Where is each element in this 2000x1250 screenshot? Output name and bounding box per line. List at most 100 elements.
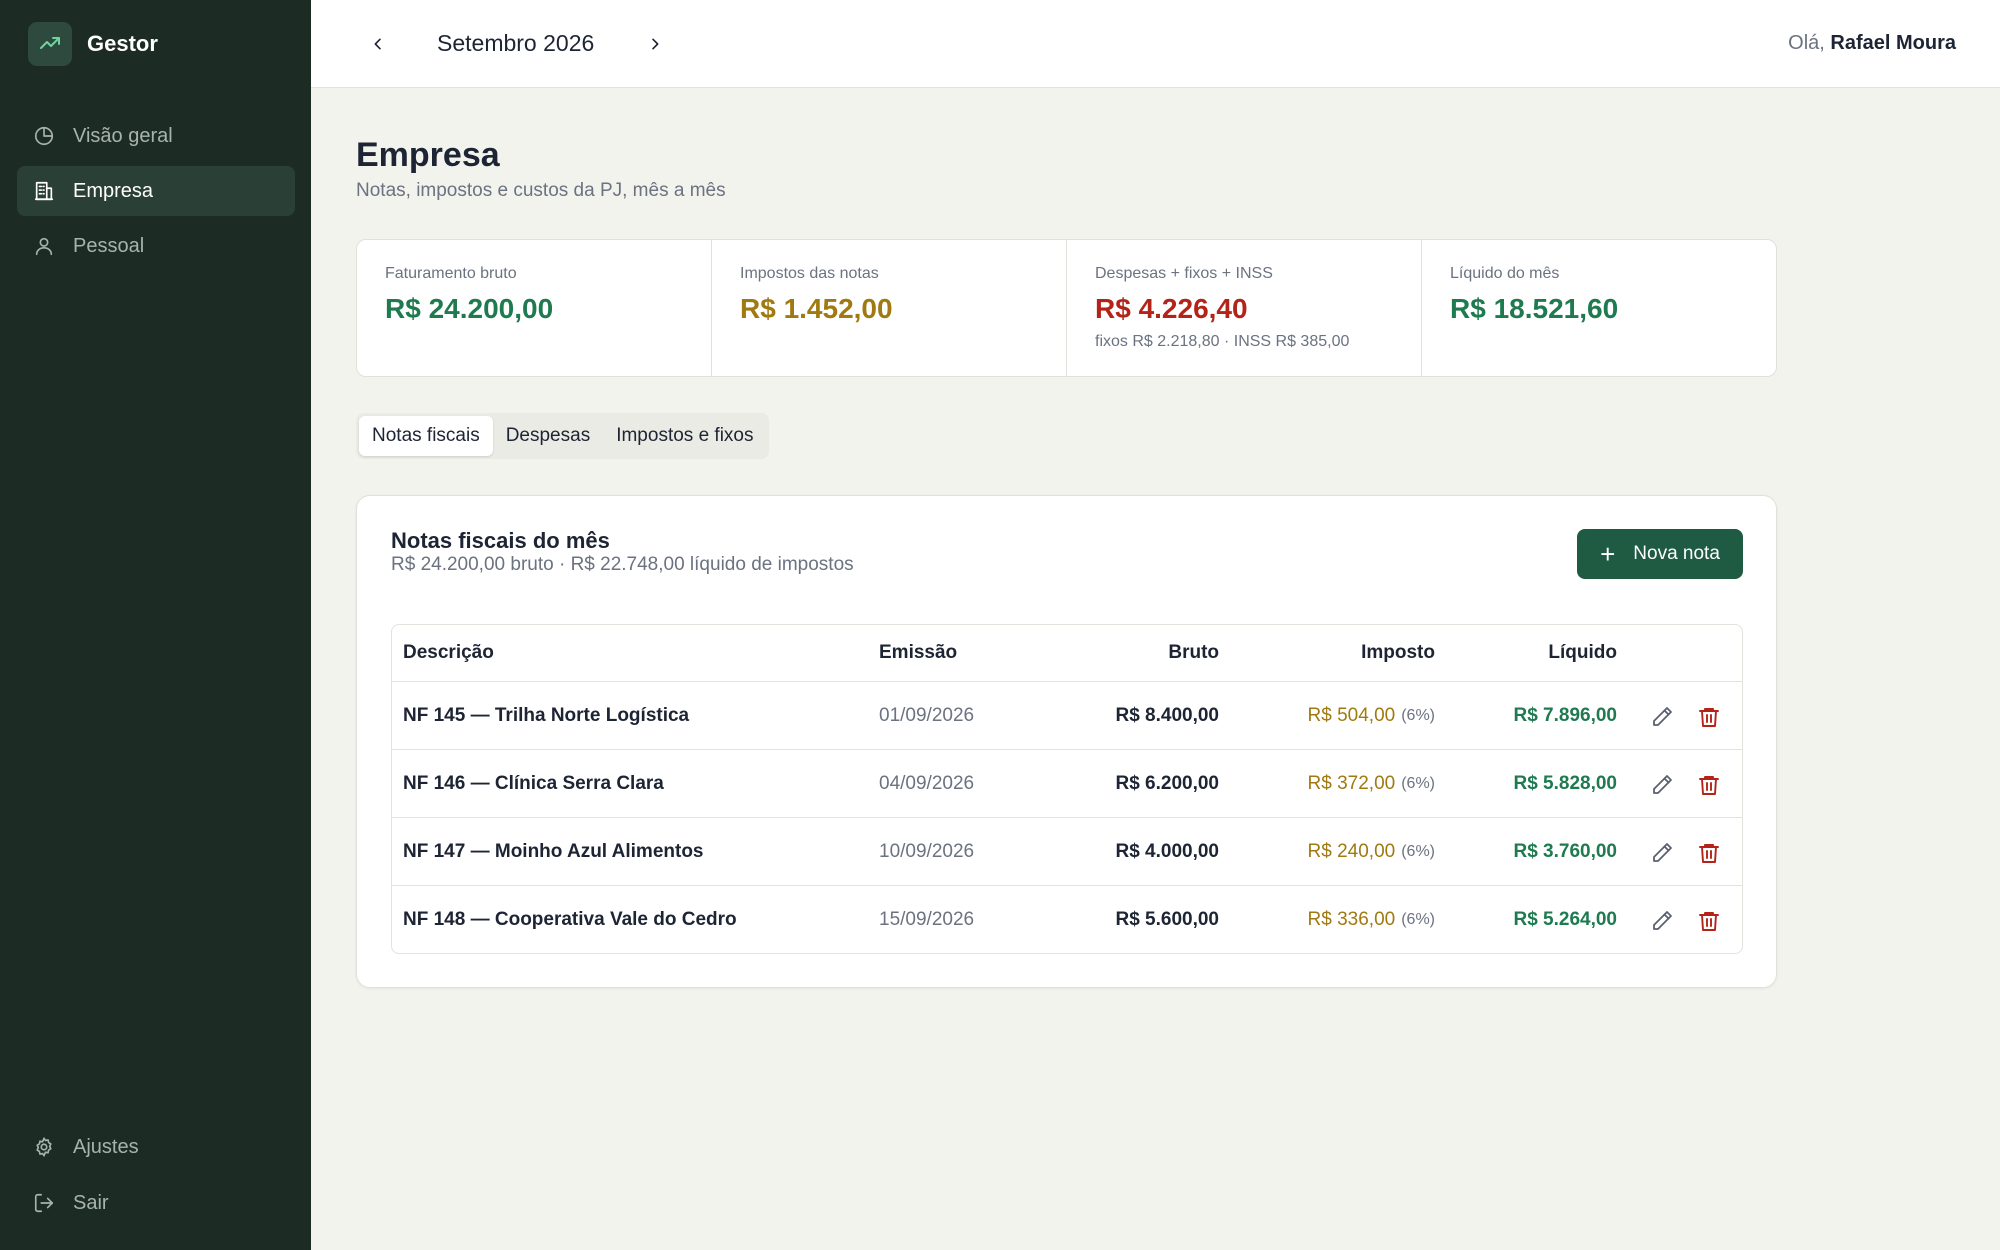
pencil-icon [1653, 911, 1672, 930]
tax-value: R$ 372,00 [1307, 772, 1396, 794]
table-row: NF 147 — Moinho Azul Alimentos 10/09/202… [392, 817, 1742, 885]
sidebar-item-sair[interactable]: Sair [17, 1178, 295, 1228]
trash-icon [1699, 912, 1719, 931]
app-name: Gestor [87, 31, 158, 56]
invoices-panel: Notas fiscais do mês R$ 24.200,00 bruto … [356, 495, 1777, 988]
invoice-gross: R$ 5.600,00 [1115, 908, 1219, 930]
new-invoice-label: Nova nota [1633, 543, 1720, 564]
invoice-date: 01/09/2026 [879, 704, 975, 726]
table-row: NF 146 — Clínica Serra Clara 04/09/2026 … [392, 749, 1742, 817]
tab-impostos-fixos[interactable]: Impostos e fixos [603, 416, 766, 456]
invoice-description: NF 145 — Trilha Norte Logística [403, 704, 690, 726]
delete-button[interactable] [1697, 841, 1721, 865]
tax-value: R$ 240,00 [1307, 840, 1396, 862]
delete-button[interactable] [1697, 705, 1721, 729]
invoice-gross: R$ 4.000,00 [1115, 840, 1219, 862]
invoice-date: 04/09/2026 [879, 772, 975, 794]
panel-subtitle: R$ 24.200,00 bruto · R$ 22.748,00 líquid… [391, 554, 854, 575]
edit-button[interactable] [1650, 773, 1674, 797]
stat-note: fixos R$ 2.218,80 · INSS R$ 385,00 [1095, 333, 1350, 350]
tab-despesas[interactable]: Despesas [493, 416, 604, 456]
stat-value: R$ 24.200,00 [385, 293, 554, 324]
sidebar-item-label: Empresa [73, 179, 154, 202]
pie-chart-icon [33, 125, 55, 147]
gear-icon [33, 1136, 55, 1158]
tab-notas-fiscais[interactable]: Notas fiscais [359, 416, 493, 456]
invoice-date: 15/09/2026 [879, 908, 975, 930]
sidebar-item-empresa[interactable]: Empresa [17, 166, 295, 216]
header-desc[interactable]: Descrição [403, 625, 494, 681]
sidebar: Gestor Visão geral Empresa Pessoal Ajust… [0, 0, 311, 1250]
sidebar-item-label: Visão geral [73, 124, 173, 147]
invoice-net: R$ 7.896,00 [1513, 704, 1617, 726]
chevron-right-icon [652, 38, 659, 50]
header-gross[interactable]: Bruto [1168, 625, 1219, 681]
current-month: Setembro 2026 [437, 30, 595, 56]
invoice-description: NF 147 — Moinho Azul Alimentos [403, 840, 704, 862]
invoice-tax: R$ 240,00 (6%) [1308, 818, 1435, 885]
tax-rate: (6%) [1401, 706, 1435, 724]
invoices-table: Descrição Emissão Bruto Imposto Líquido … [391, 624, 1743, 954]
stat-net-month: Líquido do mês R$ 18.521,60 [1422, 240, 1776, 376]
trending-up-icon [28, 22, 72, 66]
sidebar-item-label: Pessoal [73, 234, 145, 257]
stat-invoice-taxes: Impostos das notas R$ 1.452,00 [712, 240, 1067, 376]
trash-icon [1699, 844, 1719, 863]
pencil-icon [1653, 775, 1672, 794]
trash-icon [1699, 708, 1719, 727]
page-title: Empresa [356, 136, 500, 174]
invoice-net: R$ 5.264,00 [1513, 908, 1617, 930]
topbar: Setembro 2026 Olá, Rafael Moura [311, 0, 2000, 88]
delete-button[interactable] [1697, 909, 1721, 933]
tax-value: R$ 504,00 [1307, 704, 1396, 726]
chevron-left-icon [374, 38, 381, 50]
user-name[interactable]: Rafael Moura [1830, 32, 1956, 54]
plus-icon: + [1600, 539, 1616, 569]
stat-label: Impostos das notas [740, 265, 879, 282]
stat-gross-revenue: Faturamento bruto R$ 24.200,00 [357, 240, 712, 376]
stat-label: Faturamento bruto [385, 265, 517, 282]
logout-icon [33, 1192, 55, 1214]
stat-value: R$ 18.521,60 [1450, 293, 1619, 324]
sidebar-item-ajustes[interactable]: Ajustes [17, 1122, 295, 1172]
edit-button[interactable] [1650, 909, 1674, 933]
stat-label: Líquido do mês [1450, 265, 1560, 282]
header-date[interactable]: Emissão [879, 625, 957, 681]
invoice-net: R$ 3.760,00 [1513, 840, 1617, 862]
invoice-net: R$ 5.828,00 [1513, 772, 1617, 794]
new-invoice-button[interactable]: + Nova nota [1577, 529, 1743, 579]
sidebar-item-label: Sair [73, 1191, 109, 1214]
tabs: Notas fiscais Despesas Impostos e fixos [356, 413, 770, 459]
brand[interactable]: Gestor [28, 22, 158, 66]
header-net[interactable]: Líquido [1548, 625, 1617, 681]
stats-summary: Faturamento bruto R$ 24.200,00 Impostos … [356, 239, 1777, 377]
pencil-icon [1653, 843, 1672, 862]
invoice-description: NF 146 — Clínica Serra Clara [403, 772, 664, 794]
tax-rate: (6%) [1401, 842, 1435, 860]
delete-button[interactable] [1697, 773, 1721, 797]
invoice-tax: R$ 336,00 (6%) [1308, 886, 1435, 953]
panel-title: Notas fiscais do mês [391, 528, 610, 553]
edit-button[interactable] [1650, 841, 1674, 865]
header-tax[interactable]: Imposto [1361, 625, 1435, 681]
invoice-gross: R$ 6.200,00 [1115, 772, 1219, 794]
invoice-gross: R$ 8.400,00 [1115, 704, 1219, 726]
sidebar-item-pessoal[interactable]: Pessoal [17, 221, 295, 271]
tax-rate: (6%) [1401, 910, 1435, 928]
user-icon [33, 235, 55, 257]
invoice-description: NF 148 — Cooperativa Vale do Cedro [403, 908, 737, 930]
greeting-text: Olá, [1788, 32, 1825, 54]
building-icon [33, 180, 55, 202]
table-row: NF 148 — Cooperativa Vale do Cedro 15/09… [392, 885, 1742, 953]
edit-button[interactable] [1650, 705, 1674, 729]
table-row: NF 145 — Trilha Norte Logística 01/09/20… [392, 681, 1742, 749]
sidebar-item-visao-geral[interactable]: Visão geral [17, 111, 295, 161]
tax-value: R$ 336,00 [1307, 908, 1396, 930]
invoice-date: 10/09/2026 [879, 840, 975, 862]
prev-month-button[interactable] [364, 30, 392, 58]
invoice-tax: R$ 372,00 (6%) [1308, 750, 1435, 817]
table-header: Descrição Emissão Bruto Imposto Líquido [392, 625, 1742, 681]
user-greeting: Olá, Rafael Moura [1788, 32, 1956, 55]
trash-icon [1699, 776, 1719, 795]
next-month-button[interactable] [641, 30, 669, 58]
